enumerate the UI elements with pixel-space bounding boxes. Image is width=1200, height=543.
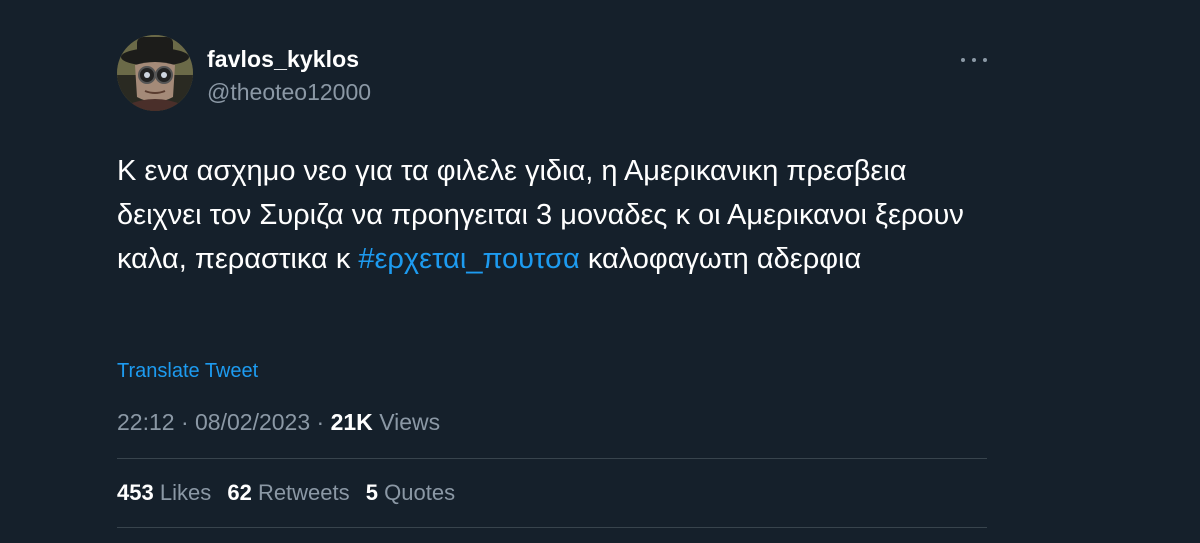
more-dot bbox=[961, 58, 965, 62]
likes-stat[interactable]: 453 Likes bbox=[117, 480, 211, 505]
meta-separator: · bbox=[316, 409, 325, 435]
retweets-label: Retweets bbox=[257, 480, 350, 505]
tweet-header: favlos_kyklos @theoteo12000 bbox=[117, 35, 987, 113]
views-label: Views bbox=[379, 409, 441, 435]
tweet: favlos_kyklos @theoteo12000 Κ ενα ασχημο… bbox=[117, 30, 987, 543]
divider bbox=[117, 458, 987, 459]
divider bbox=[117, 527, 987, 528]
more-dot bbox=[983, 58, 987, 62]
quotes-count: 5 bbox=[365, 480, 379, 505]
views-count: 21K bbox=[330, 409, 373, 435]
more-dot bbox=[972, 58, 976, 62]
translate-tweet-link[interactable]: Translate Tweet bbox=[117, 360, 258, 383]
avatar[interactable] bbox=[117, 35, 193, 111]
likes-label: Likes bbox=[159, 480, 212, 505]
meta-separator: · bbox=[180, 409, 189, 435]
tweet-stats: 453 Likes 62 Retweets 5 Quotes bbox=[117, 480, 465, 506]
tweet-text: Κ ενα ασχημο νεο για τα φιλελε γιδια, η … bbox=[117, 149, 977, 281]
quotes-stat[interactable]: 5 Quotes bbox=[366, 480, 455, 505]
display-name[interactable]: favlos_kyklos bbox=[207, 46, 359, 73]
tweet-meta: 22:12 · 08/02/2023 · 21K Views bbox=[117, 409, 440, 436]
retweets-count: 62 bbox=[227, 480, 252, 505]
hashtag-link[interactable]: #ερχεται_πουτσα bbox=[358, 243, 579, 275]
tweet-date[interactable]: 08/02/2023 bbox=[195, 409, 310, 435]
retweets-stat[interactable]: 62 Retweets bbox=[227, 480, 349, 505]
avatar-image bbox=[117, 35, 193, 111]
likes-count: 453 bbox=[117, 480, 154, 505]
quotes-label: Quotes bbox=[384, 480, 456, 505]
more-horizontal-icon[interactable] bbox=[961, 50, 987, 70]
user-handle[interactable]: @theoteo12000 bbox=[207, 79, 371, 106]
tweet-time[interactable]: 22:12 bbox=[117, 409, 175, 435]
tweet-text-end: καλοφαγωτη αδερφια bbox=[579, 243, 862, 275]
